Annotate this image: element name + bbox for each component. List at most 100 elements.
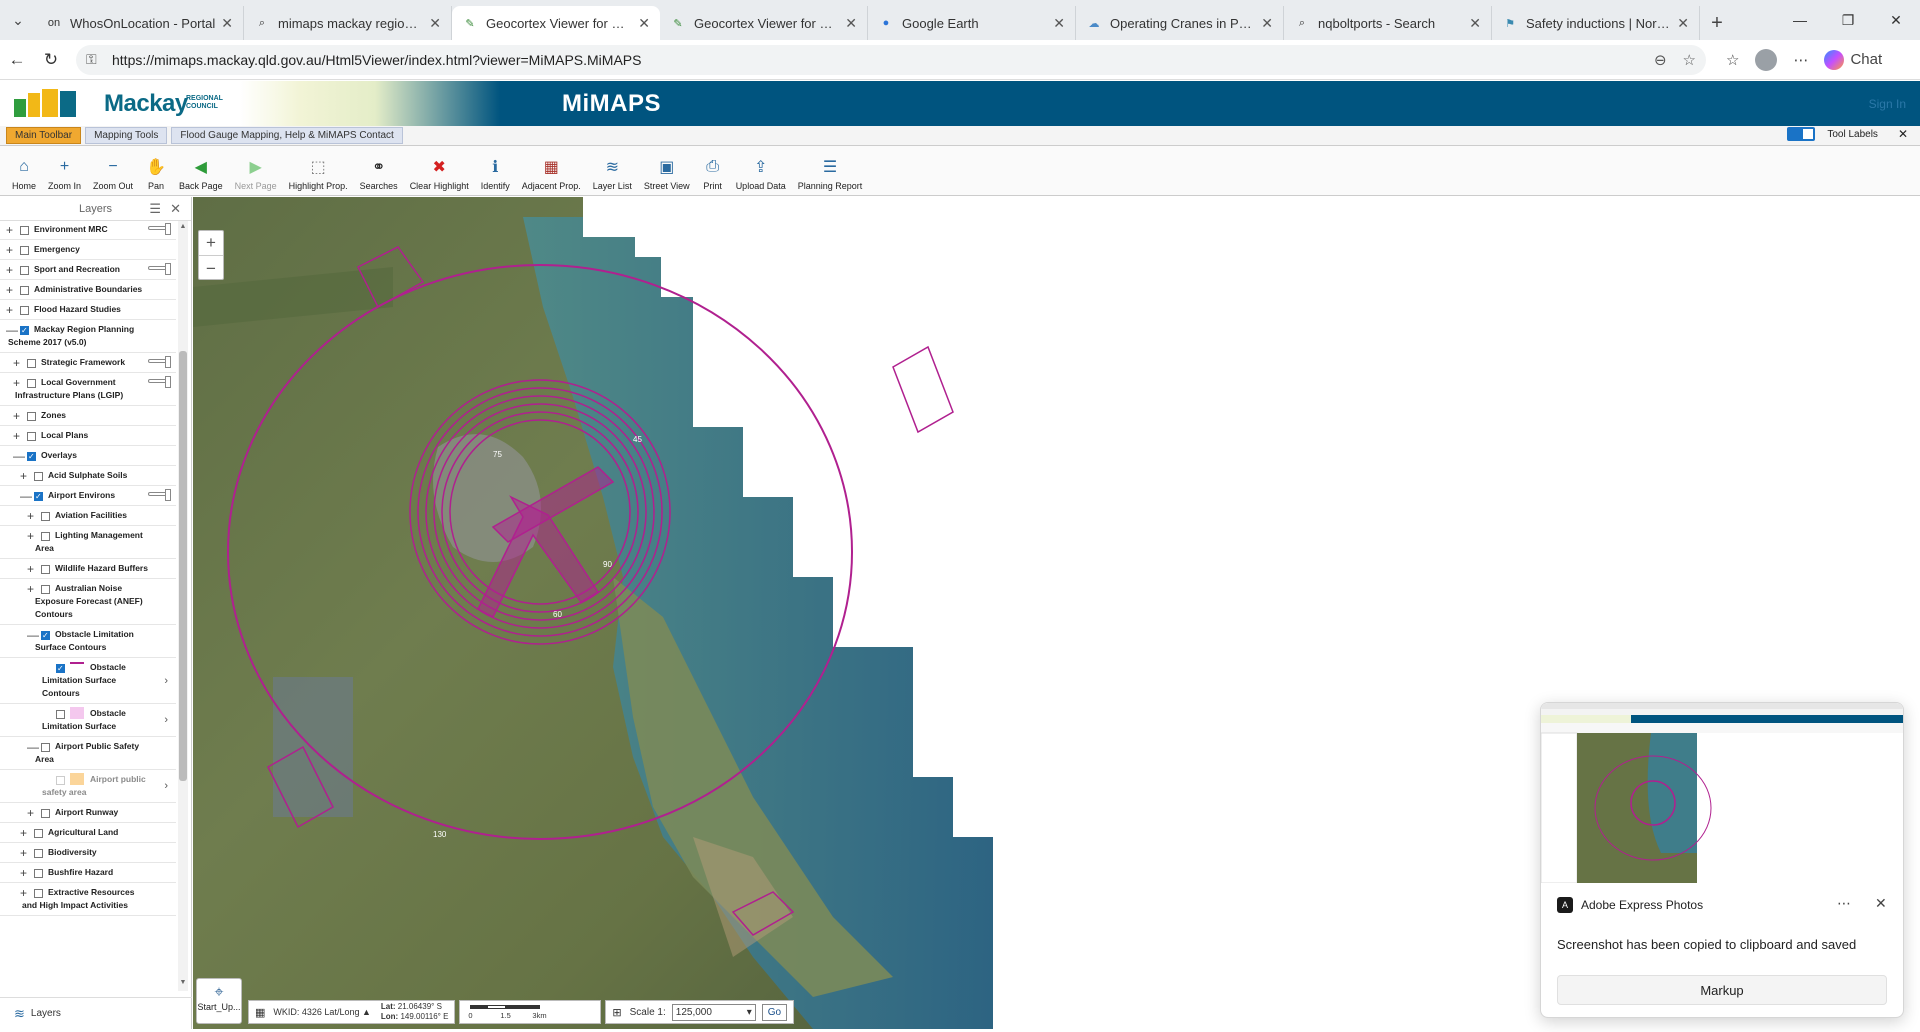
tool-next-page-button[interactable]: ▶ Next Page [229,146,283,196]
close-tab-icon[interactable]: ✕ [638,15,650,32]
expand-icon[interactable]: + [6,223,16,238]
expand-icon[interactable]: + [13,356,23,371]
layer-item[interactable]: + Extractive Resources and High Impact Act… [0,884,176,916]
layer-checkbox[interactable] [34,472,43,481]
tool-searches-button[interactable]: ⚭ Searches [354,146,404,196]
layer-checkbox[interactable] [56,710,65,719]
scale-go-button[interactable]: Go [761,1003,788,1021]
tool-layer-list-button[interactable]: ≋ Layer List [587,146,638,196]
map-zoom-out-icon[interactable]: − [199,256,223,281]
expand-icon[interactable]: + [20,846,30,861]
layer-item[interactable]: Obstacle Limitation Surface › [0,705,176,737]
layer-item[interactable]: + Environment MRC [0,221,176,240]
layer-checkbox[interactable] [27,412,36,421]
layer-item[interactable]: + Administrative Boundaries [0,281,176,300]
layer-opacity-slider[interactable] [148,376,171,388]
expand-icon[interactable]: + [13,429,23,444]
layer-item[interactable]: + Wildlife Hazard Buffers [0,560,176,579]
layer-item[interactable]: —Obstacle LimitationSurface Contours [0,626,176,658]
layer-checkbox[interactable] [20,226,29,235]
browser-tab[interactable]: ✎ Geocortex Viewer for HTML5 ✕ [660,6,868,40]
favorite-star-icon[interactable]: ☆ [1683,51,1696,69]
reload-button[interactable]: ↻ [34,43,68,77]
layer-checkbox[interactable] [34,889,43,898]
layer-item[interactable]: —Mackay Region PlanningScheme 2017 (v5.0… [0,321,176,353]
minimize-icon[interactable]: — [1776,0,1824,40]
close-tab-icon[interactable]: ✕ [221,15,233,32]
layer-item[interactable]: + Biodiversity [0,844,176,863]
back-button[interactable]: ← [0,43,34,77]
tool-identify-button[interactable]: ℹ Identify [475,146,516,196]
layer-opacity-slider[interactable] [148,223,171,235]
restore-icon[interactable]: ❐ [1824,0,1872,40]
browser-tab[interactable]: ☁ Operating Cranes in Protecte ✕ [1076,6,1284,40]
toolbar-tab[interactable]: Main Toolbar [6,127,82,144]
layer-item[interactable]: + Local Government Infrastructure Plans (L… [0,374,176,406]
chevron-right-icon[interactable]: › [164,674,168,689]
layer-item[interactable]: — Airport Environs [0,487,176,506]
layer-tree-scrollbar[interactable]: ▲ ▼ [178,221,188,991]
tool-street-view-button[interactable]: ▣ Street View [638,146,696,196]
startup-bookmark-button[interactable]: ⌖ Start_Up... [196,978,242,1024]
browser-tab[interactable]: ⌕ nqboltports - Search ✕ [1284,6,1492,40]
layer-checkbox[interactable] [27,359,36,368]
tool-planning-report-button[interactable]: ☰ Planning Report [792,146,869,196]
close-tab-icon[interactable]: ✕ [1677,15,1689,32]
expand-icon[interactable]: + [13,409,23,424]
expand-icon[interactable]: + [27,509,37,524]
markup-button[interactable]: Markup [1557,975,1887,1005]
layer-checkbox[interactable] [34,489,43,504]
scroll-down-icon[interactable]: ▼ [178,979,188,986]
layer-item[interactable]: + Flood Hazard Studies [0,301,176,320]
tab-actions-menu-icon[interactable]: ⌄ [0,0,36,40]
layer-checkbox[interactable] [20,266,29,275]
layer-item[interactable]: ObstacleLimitation SurfaceContours › [0,659,176,704]
copilot-chat-button[interactable]: Chat [1824,49,1882,70]
scroll-up-icon[interactable]: ▲ [178,223,188,230]
layer-checkbox[interactable] [34,829,43,838]
expand-icon[interactable]: + [20,866,30,881]
browser-tab[interactable]: ✎ Geocortex Viewer for HTML5 ✕ [452,6,660,40]
favorites-icon[interactable]: ☆ [1726,51,1739,69]
collapse-icon[interactable]: — [6,323,18,338]
expand-icon[interactable]: + [13,376,23,391]
tool-home-button[interactable]: ⌂ Home [6,146,42,196]
layer-checkbox[interactable] [34,849,43,858]
tool-pan-button[interactable]: ✋ Pan [139,146,173,196]
browser-tab[interactable]: ● Google Earth ✕ [868,6,1076,40]
expand-icon[interactable]: + [6,283,16,298]
close-tab-icon[interactable]: ✕ [845,15,857,32]
notification-close-icon[interactable]: ✕ [1875,895,1887,912]
layer-checkbox[interactable] [41,743,50,752]
url-text[interactable]: https://mimaps.mackay.qld.gov.au/Html5Vi… [112,52,1638,68]
layer-checkbox[interactable] [27,379,36,388]
layer-checkbox[interactable] [41,809,50,818]
tool-print-button[interactable]: ⎙ Print [696,146,730,196]
coordinate-readout[interactable]: ▦ WKID: 4326 Lat/Long ▲ Lat: 21.06439° S… [248,1000,456,1024]
close-window-icon[interactable]: ✕ [1872,0,1920,40]
expand-icon[interactable]: + [6,243,16,258]
layers-close-icon[interactable]: ✕ [170,201,181,217]
layer-checkbox[interactable] [41,628,50,643]
layer-checkbox[interactable] [20,286,29,295]
layer-checkbox[interactable] [20,306,29,315]
layer-item[interactable]: + Australian Noise Exposure Forecast (ANEF… [0,580,176,625]
tool-highlight-prop-button[interactable]: ⬚ Highlight Prop. [283,146,354,196]
layer-checkbox[interactable] [41,512,50,521]
close-tab-icon[interactable]: ✕ [1261,15,1273,32]
close-tab-icon[interactable]: ✕ [1469,15,1481,32]
collapse-icon[interactable]: — [13,449,25,464]
new-tab-button[interactable]: + [1700,6,1734,40]
layer-item[interactable]: + Zones [0,407,176,426]
collapse-icon[interactable]: — [27,628,39,643]
expand-icon[interactable]: + [27,582,37,597]
collapse-icon[interactable]: — [20,489,32,504]
wkid-label[interactable]: WKID: 4326 Lat/Long ▲ [273,1007,370,1017]
site-info-icon[interactable]: ⚿ [86,51,104,68]
zoom-indicator-icon[interactable]: ⊖ [1654,51,1667,69]
layer-item[interactable]: + Sport and Recreation [0,261,176,280]
layer-checkbox[interactable] [20,246,29,255]
layer-item[interactable]: + Emergency [0,241,176,260]
screenshot-thumbnail[interactable] [1541,703,1903,884]
tool-zoom-out-button[interactable]: − Zoom Out [87,146,139,196]
